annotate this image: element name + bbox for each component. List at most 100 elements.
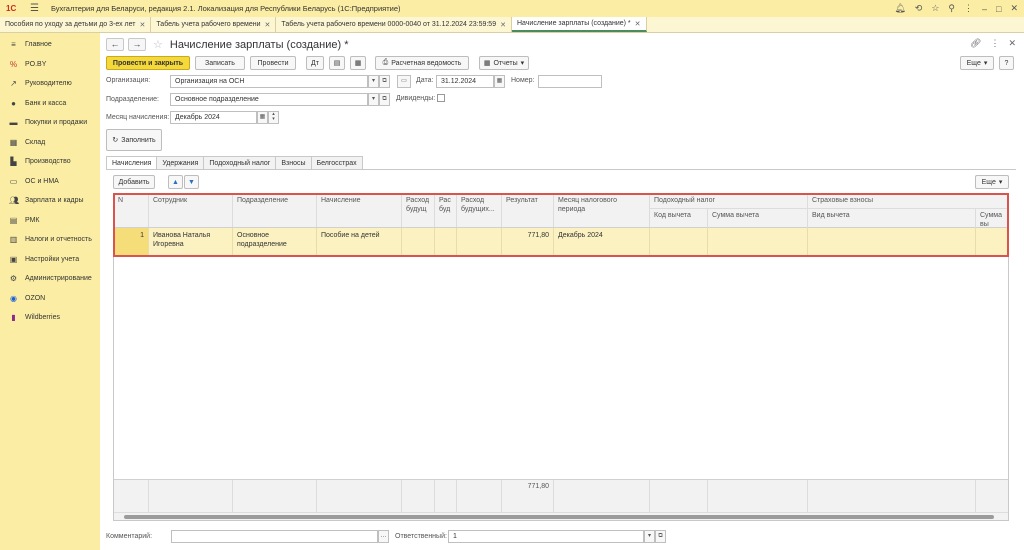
open-link-icon[interactable]: ⧉ (655, 530, 666, 543)
col-expense-future-2[interactable]: Рас буд (435, 194, 457, 227)
sidebar-item-bank[interactable]: ● Банк и касса (0, 94, 100, 114)
col-result[interactable]: Результат (502, 194, 554, 227)
dropdown-icon[interactable]: ▾ (368, 75, 379, 88)
more-button[interactable]: Еще ▾ (960, 56, 994, 70)
row-insurance-sum[interactable] (976, 228, 1008, 257)
sidebar-item-poby[interactable]: % PO.BY (0, 55, 100, 75)
comment-expand-icon[interactable]: … (378, 530, 389, 543)
calendar-icon[interactable]: ▦ (494, 75, 505, 88)
organization-card-icon[interactable]: ▭ (397, 75, 411, 88)
tab-deductions[interactable]: Удержания (157, 156, 205, 170)
open-link-icon[interactable]: ⧉ (379, 93, 390, 106)
tab-income-tax[interactable]: Подоходный налог (204, 156, 277, 170)
col-tax-month[interactable]: Месяц налогового периода (554, 194, 650, 227)
accrual-month-field[interactable]: Декабрь 2024 (170, 111, 257, 124)
sidebar-item-taxes[interactable]: ▥ Налоги и отчетность (0, 230, 100, 250)
col-expense-future-3[interactable]: Расход будущих... (457, 194, 502, 227)
sidebar-item-rmk[interactable]: ▤ РМК (0, 211, 100, 231)
post-button[interactable]: Провести (250, 56, 296, 70)
col-expense-future[interactable]: Расход будущ (402, 194, 435, 227)
table-more-button[interactable]: Еще ▾ (975, 175, 1009, 189)
row-expense-future[interactable] (402, 228, 435, 257)
row-tax-month[interactable]: Декабрь 2024 (554, 228, 650, 257)
sidebar-item-wildberries[interactable]: ▮ Wildberries (0, 308, 100, 328)
close-tab-icon[interactable]: ✕ (635, 20, 641, 28)
row-expense-future-3[interactable] (457, 228, 502, 257)
comment-field[interactable] (171, 530, 378, 543)
sidebar-item-sales[interactable]: ▬ Покупки и продажи (0, 113, 100, 133)
col-n[interactable]: N (114, 194, 149, 227)
help-button[interactable]: ? (999, 56, 1014, 70)
menu-dots-icon[interactable]: ⋮ (964, 3, 973, 14)
col-deduction-sum[interactable]: Сумма вычета (708, 209, 808, 228)
close-tab-icon[interactable]: ✕ (500, 21, 506, 29)
date-field[interactable]: 31.12.2024 (436, 75, 494, 88)
scrollbar-thumb[interactable] (124, 515, 994, 519)
number-field[interactable] (538, 75, 602, 88)
search-icon[interactable]: ⚲ (948, 3, 955, 14)
col-deduction-code[interactable]: Код вычета (650, 209, 708, 228)
row-department[interactable]: Основное подразделение (233, 228, 317, 257)
tab-benefits[interactable]: Пособия по уходу за детьми до 3-ех лет ✕ (0, 17, 152, 32)
sidebar-item-manager[interactable]: ↗ Руководителю (0, 74, 100, 94)
move-up-icon[interactable]: ▲ (168, 175, 183, 189)
dropdown-icon[interactable]: ▾ (368, 93, 379, 106)
row-employee[interactable]: Иванова Наталья Игоревна (149, 228, 233, 257)
sidebar-item-admin[interactable]: ⚙ Администрирование (0, 269, 100, 289)
tab-contributions[interactable]: Взносы (276, 156, 312, 170)
tab-payroll-create[interactable]: Начисление зарплаты (создание) * ✕ (511, 17, 647, 32)
row-accrual[interactable]: Пособие на детей (317, 228, 402, 257)
organization-field[interactable]: Организация на ОСН (170, 75, 368, 88)
sidebar-item-production[interactable]: ▙ Производство (0, 152, 100, 172)
fill-button[interactable]: ↻ Заполнить (106, 129, 162, 151)
more-dots-icon[interactable]: ⋮ (990, 38, 999, 49)
table-row[interactable]: 1 Иванова Наталья Игоревна Основное подр… (114, 228, 1008, 257)
col-insurance-kind[interactable]: Вид вычета (808, 209, 976, 228)
col-accrual[interactable]: Начисление (317, 194, 402, 227)
sidebar-item-assets[interactable]: ▭ ОС и НМА (0, 172, 100, 192)
close-tab-icon[interactable]: ✕ (265, 21, 271, 29)
dropdown-icon[interactable]: ▾ (644, 530, 655, 543)
department-field[interactable]: Основное подразделение (170, 93, 368, 106)
history-icon[interactable]: ⟲ (915, 3, 923, 14)
tab-belgosstrakh[interactable]: Белгосстрах (311, 156, 363, 170)
move-down-icon[interactable]: ▼ (184, 175, 199, 189)
add-row-button[interactable]: Добавить (113, 175, 155, 189)
open-link-icon[interactable]: ⧉ (379, 75, 390, 88)
row-insurance-kind[interactable] (808, 228, 976, 257)
payroll-statement-button[interactable]: ⎙ Расчетная ведомость (375, 56, 469, 70)
close-tab-icon[interactable]: ✕ (139, 21, 145, 29)
star-icon[interactable]: ☆ (931, 3, 939, 14)
responsible-field[interactable]: 1 (448, 530, 644, 543)
col-department[interactable]: Подразделение (233, 194, 317, 227)
tab-timesheet-doc[interactable]: Табель учета рабочего времени 0000-0040 … (276, 17, 512, 32)
structure-icon[interactable]: ▦ (350, 56, 366, 70)
link-icon[interactable]: 🔗︎ (970, 38, 981, 49)
hamburger-menu-icon[interactable]: ☰ (30, 3, 39, 14)
forward-button[interactable]: → (128, 38, 146, 51)
post-and-close-button[interactable]: Провести и закрыть (106, 56, 190, 70)
row-result[interactable]: 771,80 (502, 228, 554, 257)
sidebar-item-warehouse[interactable]: ▦ Склад (0, 133, 100, 153)
tab-timesheet[interactable]: Табель учета рабочего времени ✕ (151, 17, 277, 32)
favorite-star-icon[interactable]: ☆ (153, 38, 163, 51)
row-deduction-code[interactable] (650, 228, 708, 257)
minimize-icon[interactable]: – (982, 4, 987, 14)
tab-accruals[interactable]: Начисления (106, 156, 158, 170)
row-deduction-sum[interactable] (708, 228, 808, 257)
maximize-icon[interactable]: □ (996, 4, 1001, 14)
back-button[interactable]: ← (106, 38, 124, 51)
bell-icon[interactable]: 🔔︎ (894, 3, 905, 14)
reports-button[interactable]: ▦ Отчеты ▾ (479, 56, 529, 70)
row-expense-future-2[interactable] (435, 228, 457, 257)
save-button[interactable]: Записать (195, 56, 245, 70)
close-icon[interactable]: ✕ (1010, 3, 1018, 14)
calendar-icon[interactable]: ▦ (257, 111, 268, 124)
sidebar-item-ozon[interactable]: ◉ OZON (0, 289, 100, 309)
col-employee[interactable]: Сотрудник (149, 194, 233, 227)
sidebar-item-main[interactable]: ≡ Главное (0, 35, 100, 55)
dt-kt-icon[interactable]: Дт (306, 56, 324, 70)
col-insurance-sum[interactable]: Сумма вы (976, 209, 1008, 228)
sidebar-item-settings[interactable]: ▣ Настройки учета (0, 250, 100, 270)
sidebar-item-salary[interactable]: 👥︎ Зарплата и кадры (0, 191, 100, 211)
